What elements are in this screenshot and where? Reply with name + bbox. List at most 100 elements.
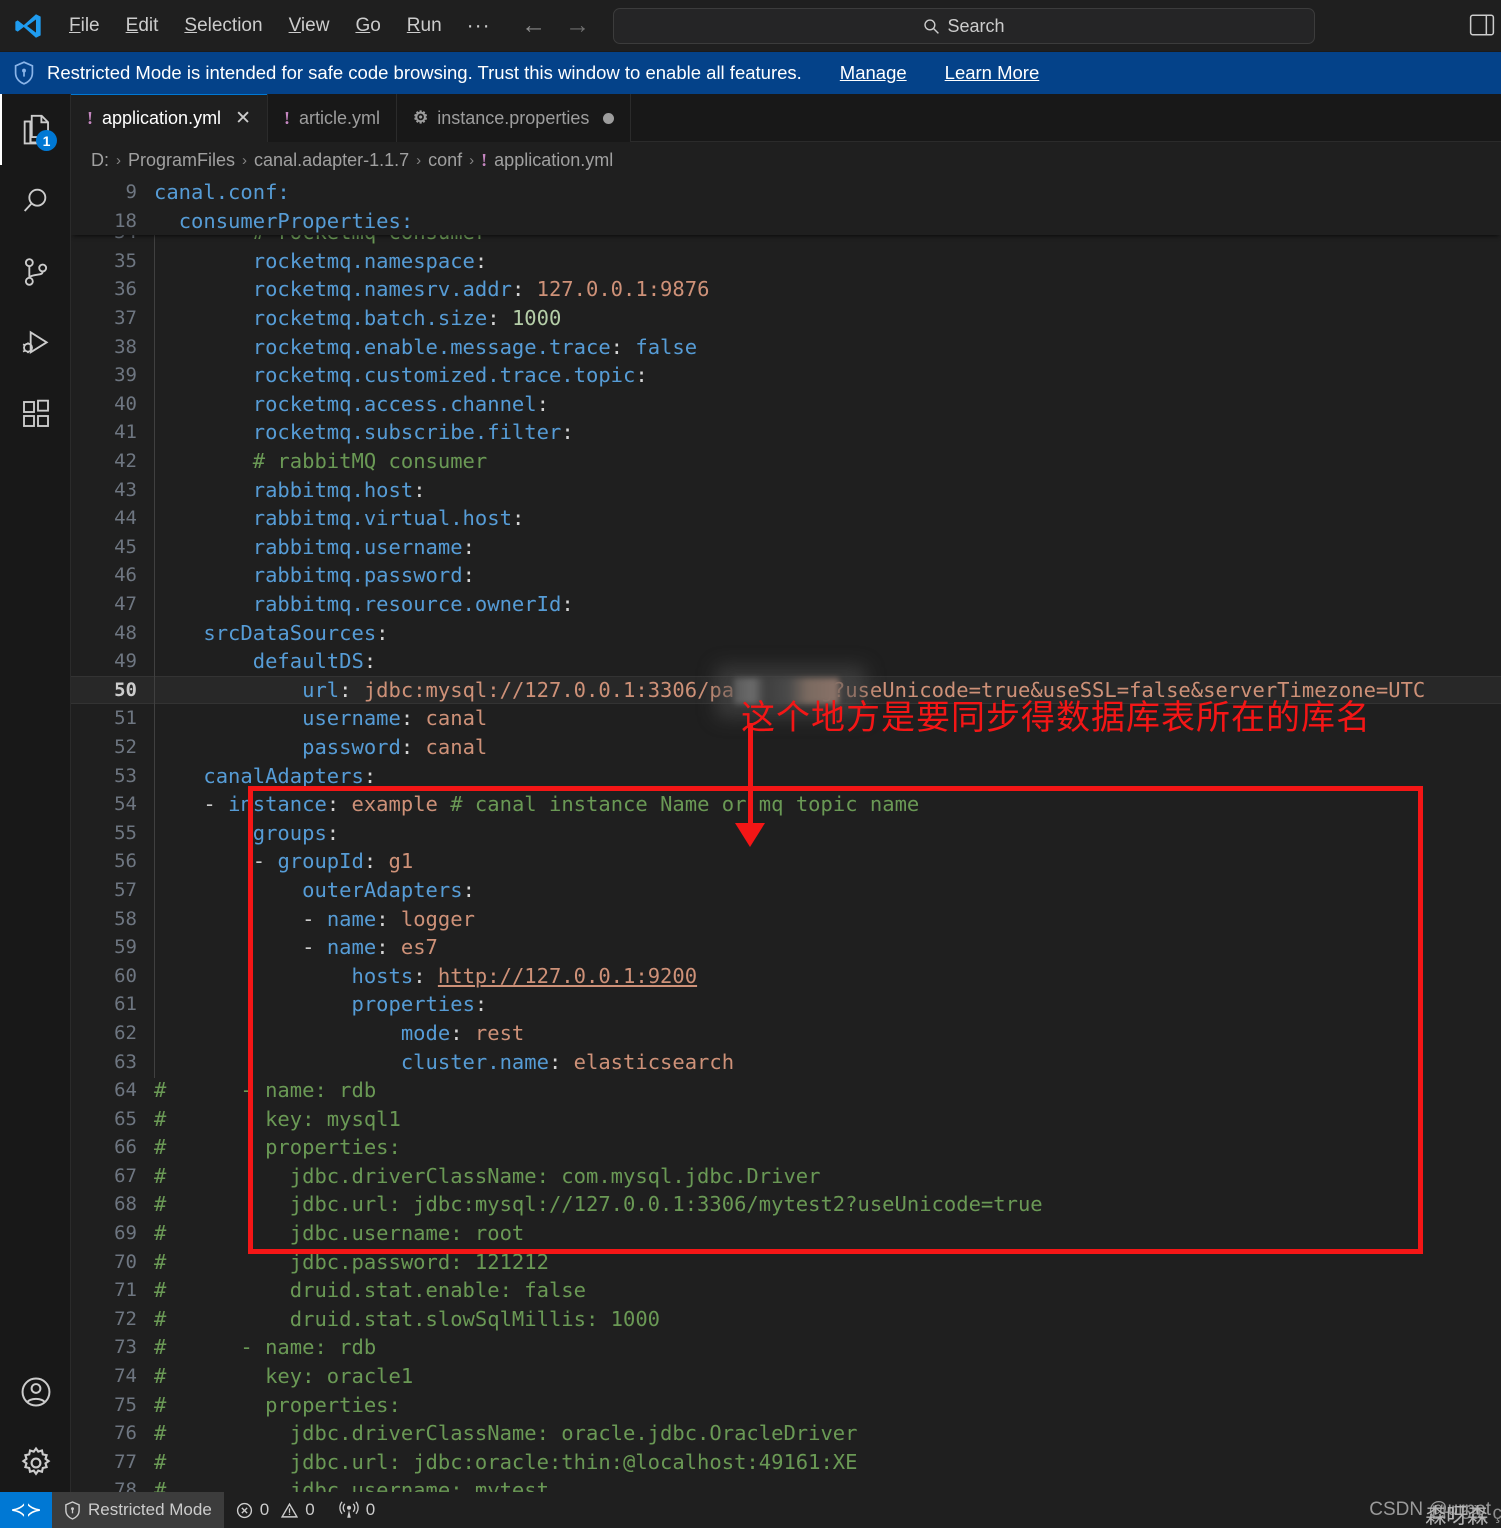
editor-tabs: ! application.yml ✕ ! article.yml ⚙ inst…: [71, 94, 1501, 142]
title-bar: File Edit Selection View Go Run ··· ← → …: [0, 0, 1501, 52]
breadcrumb: D: › ProgramFiles › canal.adapter-1.1.7 …: [71, 142, 1501, 178]
close-icon[interactable]: ✕: [235, 107, 251, 130]
menu-file[interactable]: File: [56, 9, 113, 43]
code-line: 70 # jdbc.password: 121212: [114, 1249, 549, 1274]
layout-panel-icon[interactable]: [1469, 13, 1495, 37]
tab-label: instance.properties: [437, 107, 590, 128]
sidebar-item-source-control[interactable]: [0, 236, 71, 307]
breadcrumb-part-1[interactable]: ProgramFiles: [128, 150, 235, 171]
code-content: 34 # rocketmq consumer 35 rocketmq.names…: [71, 216, 1501, 1498]
menu-more-button[interactable]: ···: [455, 14, 503, 38]
code-line: 46 rabbitmq.password:: [114, 559, 475, 592]
run-debug-icon: [20, 327, 52, 359]
watermark: CSDN @urnot LH 5à, çom43 森呀森: [1369, 1499, 1501, 1528]
menu-edit[interactable]: Edit: [113, 9, 172, 43]
status-problems[interactable]: 0 0: [224, 1492, 327, 1528]
status-restricted-label: Restricted Mode: [88, 1500, 212, 1519]
shield-icon: [13, 61, 35, 85]
breadcrumb-part-0[interactable]: D:: [91, 150, 109, 171]
ports-count: 0: [365, 1500, 376, 1519]
line-number: 50: [114, 678, 137, 701]
code-line: 37 rocketmq.batch.size: 1000: [114, 302, 562, 335]
sticky-scroll-header[interactable]: 9 canal.conf: 18 consumerProperties:: [71, 178, 1501, 236]
code-line: 68 # jdbc.url: jdbc:mysql://127.0.0.1:330…: [114, 1192, 1043, 1217]
sidebar-item-search[interactable]: [0, 165, 71, 236]
dirty-indicator: [603, 112, 615, 124]
code-line: 53 canalAdapters:: [114, 759, 377, 792]
sticky-line[interactable]: 9 canal.conf:: [71, 178, 1501, 207]
breadcrumb-part-2[interactable]: canal.adapter-1.1.7: [254, 150, 409, 171]
activity-bar: 1: [0, 94, 71, 1498]
source-control-icon: [20, 256, 52, 288]
vscode-logo-icon: [0, 0, 56, 52]
navigation-arrows: ← →: [521, 13, 591, 38]
breadcrumb-part-3[interactable]: conf: [428, 150, 462, 171]
remote-window-icon[interactable]: ≺≻: [0, 1492, 52, 1528]
tab-article-yml[interactable]: ! article.yml: [267, 94, 397, 142]
warnings-count: 0: [305, 1500, 315, 1519]
gear-icon: [19, 1446, 53, 1480]
banner-manage-link[interactable]: Manage: [840, 62, 907, 84]
code-line: 43 rabbitmq.host:: [114, 473, 426, 506]
tab-application-yml[interactable]: ! application.yml ✕: [71, 94, 268, 142]
vscode-window: File Edit Selection View Go Run ··· ← → …: [0, 0, 1501, 1528]
menu-go[interactable]: Go: [342, 9, 393, 43]
sticky-line[interactable]: 18 consumerProperties:: [71, 207, 1501, 236]
annotation-arrow-shaft: [748, 723, 753, 838]
search-input[interactable]: Search: [613, 8, 1315, 44]
sidebar-item-run-and-debug[interactable]: [0, 307, 71, 378]
code-line: 42 # rabbitMQ consumer: [114, 445, 488, 478]
tab-label: article.yml: [298, 107, 380, 128]
sticky-line-text: consumerProperties:: [178, 208, 414, 233]
code-line: 36 rocketmq.namesrv.addr: 127.0.0.1:9876: [114, 273, 710, 306]
restricted-mode-banner: Restricted Mode is intended for safe cod…: [0, 52, 1501, 94]
arrow-right-icon[interactable]: →: [565, 13, 591, 38]
status-restricted-mode[interactable]: Restricted Mode: [52, 1492, 224, 1528]
code-line: 69 # jdbc.username: root: [114, 1221, 525, 1246]
code-line: 58 - name: logger: [114, 902, 475, 935]
code-line: 40 rocketmq.access.channel:: [114, 387, 549, 420]
extensions-icon: [20, 398, 52, 430]
breadcrumb-file[interactable]: application.yml: [494, 150, 613, 171]
banner-message: Restricted Mode is intended for safe cod…: [47, 62, 802, 83]
status-bar: ≺≻ Restricted Mode 0 0 0 CSDN @urnot LH …: [0, 1492, 1501, 1528]
code-line: 48 srcDataSources:: [114, 616, 389, 649]
yaml-icon: !: [87, 107, 93, 128]
arrow-left-icon[interactable]: ←: [521, 13, 547, 38]
editor-scrollbar[interactable]: [1487, 356, 1501, 1498]
sticky-line-text: canal.conf:: [154, 180, 290, 205]
errors-count: 0: [259, 1500, 270, 1519]
code-line: 55 groups:: [114, 816, 340, 849]
error-icon: [236, 1502, 253, 1519]
menu-view[interactable]: View: [276, 9, 343, 43]
warning-icon: [281, 1502, 299, 1519]
code-line: 56 - groupId: g1: [114, 845, 414, 878]
tabs-filler: [631, 94, 1501, 142]
sidebar-item-settings[interactable]: [0, 1427, 71, 1498]
code-line: 35 rocketmq.namespace:: [114, 244, 488, 277]
code-line: 72 # druid.stat.slowSqlMillis: 1000: [114, 1306, 661, 1331]
code-line: 39 rocketmq.customized.trace.topic:: [114, 359, 648, 392]
breadcrumb-separator: ›: [242, 151, 248, 169]
status-right: CSDN @urnot LH 5à, çom43 森呀森: [1369, 1499, 1501, 1528]
code-line: 63 cluster.name: elasticsearch: [114, 1045, 735, 1078]
sidebar-item-accounts[interactable]: [0, 1356, 71, 1427]
code-viewport[interactable]: 34 # rocketmq consumer 35 rocketmq.names…: [71, 178, 1501, 1498]
status-ports[interactable]: 0: [327, 1492, 387, 1528]
code-line: 38 rocketmq.enable.message.trace: false: [114, 330, 698, 363]
menu-run[interactable]: Run: [394, 9, 455, 43]
menu-selection[interactable]: Selection: [171, 9, 275, 43]
code-line: 61 properties:: [114, 988, 488, 1021]
tab-label: application.yml: [102, 107, 222, 128]
sidebar-item-explorer[interactable]: 1: [0, 94, 71, 165]
sidebar-item-extensions[interactable]: [0, 378, 71, 449]
shield-icon: [64, 1500, 81, 1520]
radio-tower-icon: [338, 1501, 359, 1519]
code-line: 44 rabbitmq.virtual.host:: [114, 502, 525, 535]
tab-instance-properties[interactable]: ⚙ instance.properties: [397, 94, 632, 142]
code-line: 59 - name: es7: [114, 931, 438, 964]
code-line: 57 outerAdapters:: [114, 873, 475, 906]
banner-learn-more-link[interactable]: Learn More: [945, 62, 1040, 84]
breadcrumb-separator: ›: [416, 151, 422, 169]
line-number: 9: [125, 181, 137, 204]
